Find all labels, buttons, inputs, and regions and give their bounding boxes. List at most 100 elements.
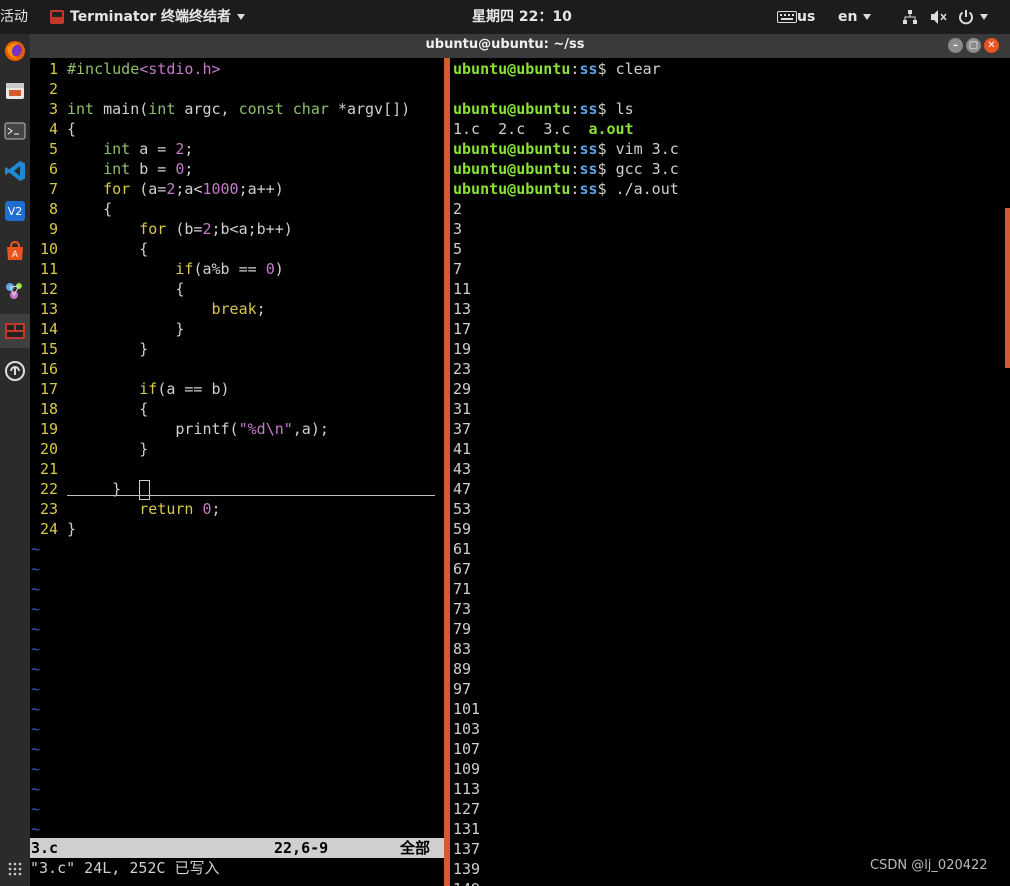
ls-output-line: 1.c 2.c 3.c a.out bbox=[453, 120, 634, 138]
program-output-line: 83 bbox=[453, 640, 472, 658]
scrollbar[interactable] bbox=[1005, 208, 1010, 368]
text-cursor bbox=[139, 479, 151, 500]
terminator-icon bbox=[50, 10, 64, 24]
program-output-line: 47 bbox=[453, 480, 472, 498]
svg-text:A: A bbox=[12, 250, 19, 260]
line-number: 1 bbox=[48, 60, 58, 78]
status-filename: 3.c bbox=[31, 839, 59, 857]
update-icon[interactable] bbox=[0, 354, 30, 388]
shell-pane[interactable]: ubuntu@ubuntu:ss$ clear ubuntu@ubuntu:ss$… bbox=[450, 58, 1010, 886]
program-output-line: 37 bbox=[453, 420, 472, 438]
watermark: CSDN @lj_020422 bbox=[870, 858, 988, 873]
program-output-line: 29 bbox=[453, 380, 472, 398]
program-output-line: 67 bbox=[453, 560, 472, 578]
terminator-icon[interactable] bbox=[0, 314, 30, 348]
keyboard-layout-label: us bbox=[797, 9, 816, 25]
chevron-down-icon bbox=[980, 14, 988, 20]
keyboard-layout-indicator[interactable]: us bbox=[777, 0, 815, 34]
shell-command-line: ubuntu@ubuntu:ss$ gcc 3.c bbox=[453, 160, 679, 178]
line-number: 18 bbox=[39, 400, 58, 418]
program-output-line: 61 bbox=[453, 540, 472, 558]
status-position: 22,6-9 bbox=[274, 839, 329, 857]
line-number: 17 bbox=[39, 380, 58, 398]
code-text: { bbox=[67, 120, 77, 138]
line-number: 10 bbox=[39, 240, 58, 258]
program-output-line: 131 bbox=[453, 820, 481, 838]
code-text: int a = 2; bbox=[103, 140, 194, 158]
program-output-line: 2 bbox=[453, 200, 463, 218]
code-text: } bbox=[67, 440, 149, 458]
code-text: printf("%d\n",a); bbox=[67, 420, 329, 438]
network-icon[interactable] bbox=[902, 0, 918, 34]
line-number: 23 bbox=[39, 500, 58, 518]
code-text: int main(int argc, const char *argv[]) bbox=[67, 100, 411, 118]
program-output-line: 139 bbox=[453, 860, 481, 878]
vim-message-line: "3.c" 24L, 252C 已写入 bbox=[30, 859, 220, 877]
program-output-line: 103 bbox=[453, 720, 481, 738]
terminal-icon[interactable] bbox=[0, 114, 30, 148]
maximize-icon: ▢ bbox=[968, 40, 979, 51]
line-number: 24 bbox=[39, 520, 58, 538]
program-output-line: 101 bbox=[453, 700, 481, 718]
program-output-line: 113 bbox=[453, 780, 481, 798]
program-output-line: 7 bbox=[453, 260, 463, 278]
shell-command-line: ubuntu@ubuntu:ss$ vim 3.c bbox=[453, 140, 679, 158]
program-output-line: 79 bbox=[453, 620, 472, 638]
minimize-button[interactable]: – bbox=[948, 38, 963, 53]
app-menu[interactable]: Terminator 终端终结者 bbox=[50, 0, 245, 34]
code-text: int b = 0; bbox=[103, 160, 194, 178]
line-number: 9 bbox=[48, 220, 58, 238]
code-text: } bbox=[67, 320, 185, 338]
program-output-line: 41 bbox=[453, 440, 472, 458]
line-number: 16 bbox=[39, 360, 58, 378]
line-number: 7 bbox=[48, 180, 58, 198]
power-menu[interactable] bbox=[958, 0, 988, 34]
line-number: 22 bbox=[39, 480, 58, 498]
settings-icon[interactable] bbox=[0, 274, 30, 308]
clock[interactable]: 星期四 22：10 bbox=[472, 0, 572, 34]
activities-button[interactable]: 活动 bbox=[0, 0, 28, 34]
code-text: { bbox=[67, 280, 185, 298]
program-output-line: 5 bbox=[453, 240, 463, 258]
code-text: { bbox=[67, 400, 149, 418]
vim-status-line: 3.c 22,6-9 全部 bbox=[30, 838, 444, 858]
language-label: en bbox=[838, 9, 858, 25]
cursor-line bbox=[67, 495, 435, 496]
chevron-down-icon bbox=[863, 14, 872, 20]
vim-pane[interactable]: 1 #include<stdio.h> 2 3 int main(int argc, c… bbox=[30, 58, 444, 886]
program-output-line: 59 bbox=[453, 520, 472, 538]
program-output-line: 13 bbox=[453, 300, 472, 318]
line-number: 6 bbox=[48, 160, 58, 178]
line-number: 13 bbox=[39, 300, 58, 318]
input-method-menu[interactable]: en bbox=[838, 0, 872, 34]
code-text: } bbox=[67, 479, 151, 500]
volume-icon[interactable] bbox=[930, 0, 948, 34]
dock: V2 A bbox=[0, 34, 30, 886]
v2ray-icon[interactable]: V2 bbox=[0, 194, 30, 228]
app-name: Terminator 终端终结者 bbox=[70, 9, 231, 25]
window-titlebar[interactable]: ubuntu@ubuntu: ~/ss – ▢ ✕ bbox=[30, 34, 1010, 58]
files-icon[interactable] bbox=[0, 74, 30, 108]
program-output-line: 11 bbox=[453, 280, 472, 298]
code-text: if(a%b == 0) bbox=[175, 260, 284, 278]
code-text: if(a == b) bbox=[139, 380, 230, 398]
program-output-line: 71 bbox=[453, 580, 472, 598]
software-center-icon[interactable]: A bbox=[0, 234, 30, 268]
code-text: } bbox=[67, 340, 149, 358]
status-scroll: 全部 bbox=[400, 839, 431, 857]
show-applications-icon[interactable] bbox=[0, 854, 30, 884]
minimize-icon: – bbox=[953, 40, 958, 51]
svg-text:V2: V2 bbox=[8, 205, 23, 218]
vscode-icon[interactable] bbox=[0, 154, 30, 188]
code-text: } bbox=[67, 520, 77, 538]
power-icon bbox=[959, 10, 973, 25]
keyboard-icon bbox=[777, 11, 797, 23]
program-output-line: 23 bbox=[453, 360, 472, 378]
maximize-button[interactable]: ▢ bbox=[966, 38, 981, 53]
program-output-line: 127 bbox=[453, 800, 481, 818]
line-number: 20 bbox=[39, 440, 58, 458]
shell-command-line: ubuntu@ubuntu:ss$ ./a.out bbox=[453, 180, 679, 198]
code-text: for (a=2;a<1000;a++) bbox=[103, 180, 284, 198]
line-number: 15 bbox=[39, 340, 58, 358]
close-button[interactable]: ✕ bbox=[984, 38, 999, 53]
